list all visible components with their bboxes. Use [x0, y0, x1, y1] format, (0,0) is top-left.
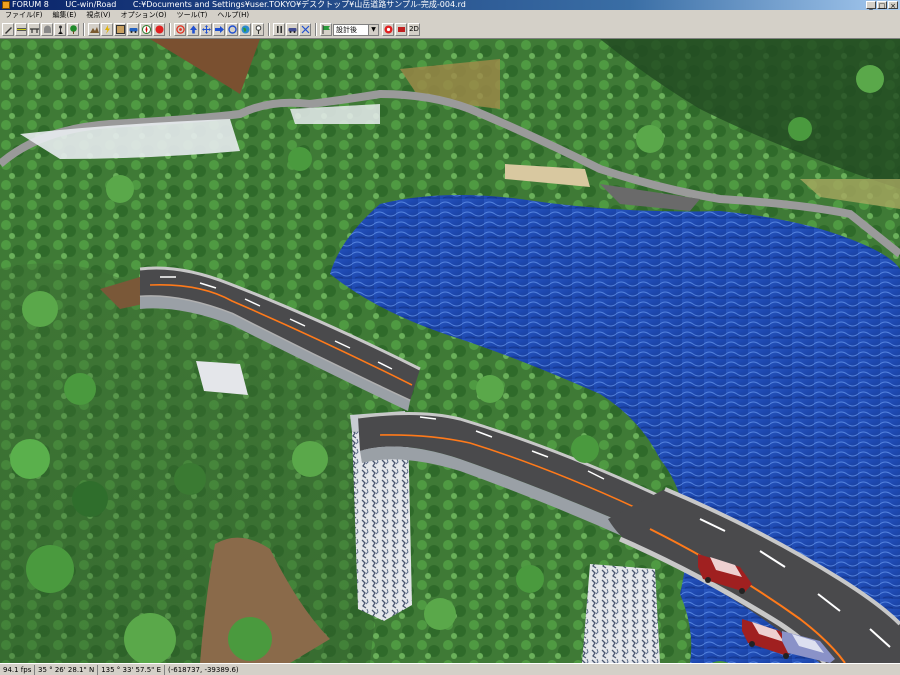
title-bar: FORUM 8 UC-win/Road C:¥Documents and Set… [0, 0, 900, 10]
mode-select-value: 設計後 [336, 25, 357, 34]
flag-icon[interactable] [320, 23, 332, 36]
bridge-pier-2 [582, 564, 660, 663]
camera-icon[interactable] [382, 23, 394, 36]
latitude-readout: 35 ° 26' 28.1" N [35, 664, 99, 675]
toolbar-separator [268, 23, 270, 36]
toolbar-separator [315, 23, 317, 36]
world-icon[interactable] [239, 23, 251, 36]
longitude-readout: 135 ° 33' 57.5" E [98, 664, 166, 675]
person-icon[interactable] [54, 23, 66, 36]
chevron-down-icon[interactable]: ▼ [368, 24, 378, 35]
tree-icon[interactable] [67, 23, 79, 36]
view-2d-button[interactable]: 2D [408, 23, 420, 36]
menu-tools[interactable]: ツール(T) [172, 10, 213, 21]
menu-help[interactable]: ヘルプ(H) [212, 10, 254, 21]
road-icon[interactable] [15, 23, 27, 36]
title-product: UC-win/Road [65, 0, 117, 9]
minimize-button[interactable]: _ [866, 1, 876, 10]
pencil-icon[interactable] [2, 23, 14, 36]
vehicle-icon[interactable] [127, 23, 139, 36]
fps-readout: 94.1 fps [0, 664, 35, 675]
refresh-icon[interactable] [226, 23, 238, 36]
tunnel-icon[interactable] [41, 23, 53, 36]
toolbar-separator [169, 23, 171, 36]
pause-icon[interactable] [273, 23, 285, 36]
car-icon[interactable] [286, 23, 298, 36]
window-title: FORUM 8 UC-win/Road C:¥Documents and Set… [12, 0, 480, 10]
scenario-icon[interactable] [299, 23, 311, 36]
window-controls: _ □ × [866, 1, 898, 10]
scene-canvas[interactable] [0, 39, 900, 663]
car-pin-icon[interactable] [395, 23, 407, 36]
toolbar: 設計後 ▼ 2D [0, 21, 900, 39]
menu-view[interactable]: 視点(V) [81, 10, 115, 21]
abutment [196, 361, 248, 395]
pin-icon[interactable] [252, 23, 264, 36]
menu-edit[interactable]: 編集(E) [48, 10, 82, 21]
toolbar-separator [83, 23, 85, 36]
move-icon[interactable] [200, 23, 212, 36]
title-app: FORUM 8 [12, 0, 49, 9]
menu-file[interactable]: ファイル(F) [0, 10, 48, 21]
compass-icon[interactable] [140, 23, 152, 36]
bridge-icon[interactable] [28, 23, 40, 36]
maximize-button[interactable]: □ [877, 1, 887, 10]
title-path: C:¥Documents and Settings¥user.TOKYO¥デスク… [132, 0, 466, 9]
arrow-right-icon[interactable] [213, 23, 225, 36]
3d-viewport[interactable] [0, 39, 900, 663]
globe-icon[interactable] [153, 23, 165, 36]
menu-options[interactable]: オプション(O) [116, 10, 172, 21]
status-bar: 94.1 fps 35 ° 26' 28.1" N 135 ° 33' 57.5… [0, 663, 900, 675]
lightning-icon[interactable] [101, 23, 113, 36]
rotate-icon[interactable] [174, 23, 186, 36]
texture-icon[interactable] [114, 23, 126, 36]
menu-bar: ファイル(F) 編集(E) 視点(V) オプション(O) ツール(T) ヘルプ(… [0, 10, 900, 21]
up-icon[interactable] [187, 23, 199, 36]
view-2d-label: 2D [409, 25, 419, 33]
terrain-icon[interactable] [88, 23, 100, 36]
coords-readout: (-618737, -39389.6) [168, 665, 239, 674]
mode-select[interactable]: 設計後 ▼ [333, 23, 379, 36]
close-button[interactable]: × [888, 1, 898, 10]
app-icon [2, 1, 10, 9]
